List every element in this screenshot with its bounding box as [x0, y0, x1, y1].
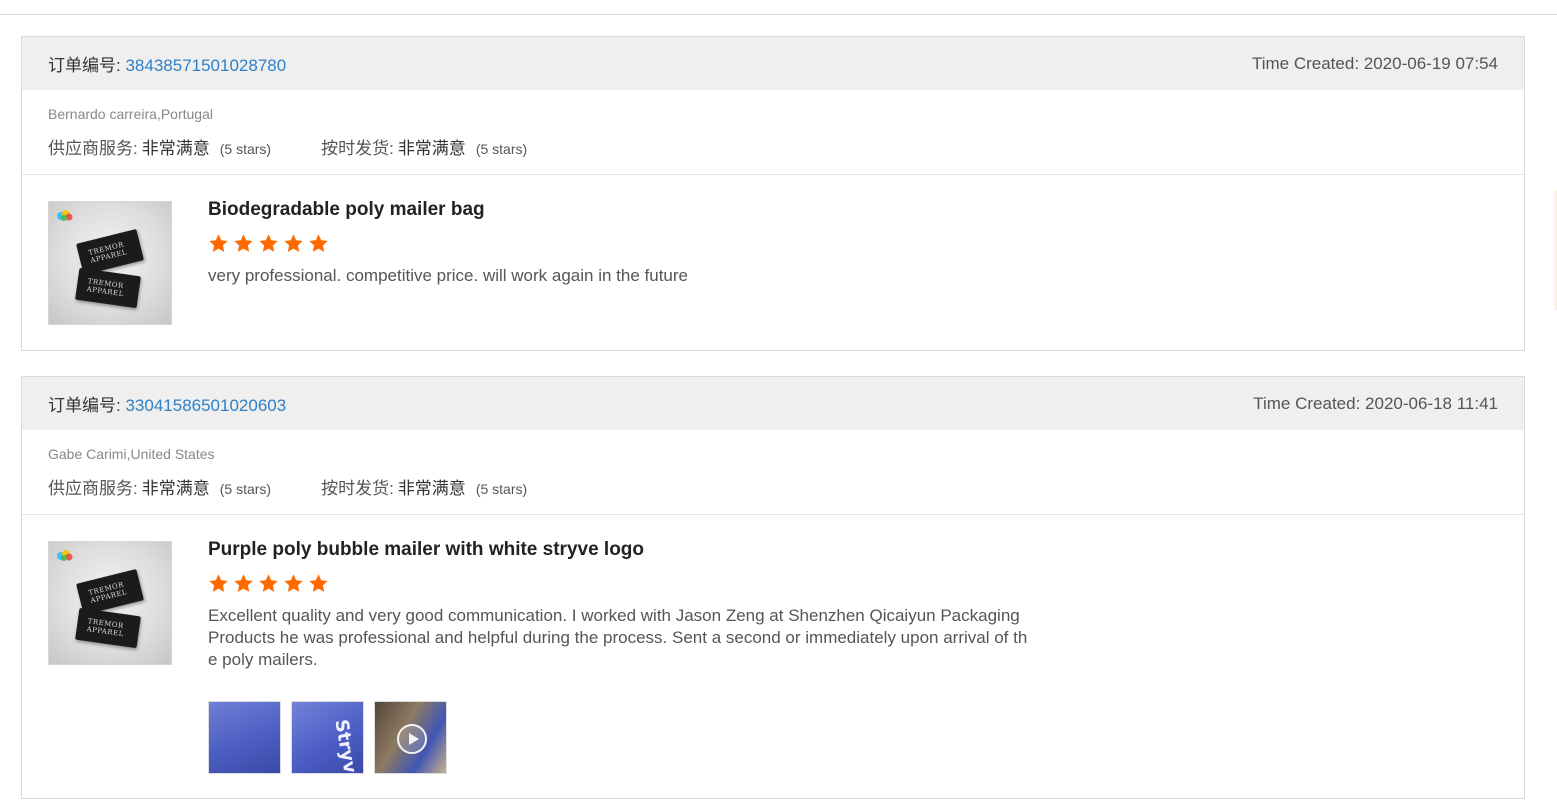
- star-icon: [234, 574, 253, 592]
- stryve-logo-text: Stryve: [330, 717, 363, 774]
- order-number-link[interactable]: 38438571501028780: [125, 56, 286, 75]
- mailer-bag-image: TREMOR APPAREL: [75, 267, 141, 309]
- order-id: 订单编号: 38438571501028780: [48, 51, 286, 76]
- supplier-service-value: 非常满意: [141, 139, 210, 158]
- supplier-service-rating: 供应商服务: 非常满意 (5 stars): [48, 474, 271, 499]
- star-icon: [259, 574, 278, 592]
- supplier-service-stars: (5 stars): [219, 141, 272, 157]
- order-header: 订单编号: 38438571501028780 Time Created: 20…: [22, 37, 1524, 90]
- attachment-photo-thumbnail[interactable]: [208, 701, 281, 774]
- star-icon: [234, 234, 253, 252]
- product-title[interactable]: Purple poly bubble mailer with white str…: [208, 539, 1028, 561]
- star-rating: [208, 233, 1028, 257]
- on-time-label: 按时发货:: [321, 139, 394, 158]
- review-content: Purple poly bubble mailer with white str…: [208, 539, 1028, 671]
- buyer-name: Gabe Carimi,United States: [48, 446, 215, 462]
- on-time-delivery-rating: 按时发货: 非常满意 (5 stars): [321, 134, 527, 159]
- supplier-ratings: 供应商服务: 非常满意 (5 stars) 按时发货: 非常满意 (5 star…: [48, 134, 1498, 159]
- time-created: Time Created: 2020-06-18 11:41: [1253, 393, 1498, 413]
- on-time-stars: (5 stars): [475, 141, 528, 157]
- review-card: 订单编号: 38438571501028780 Time Created: 20…: [21, 36, 1525, 351]
- order-id: 订单编号: 33041586501020603: [48, 391, 286, 416]
- time-created: Time Created: 2020-06-19 07:54: [1251, 53, 1498, 73]
- mailer-bag-image: TREMOR APPAREL: [75, 607, 141, 649]
- on-time-label: 按时发货:: [321, 479, 394, 498]
- star-rating: [208, 573, 1028, 597]
- on-time-stars: (5 stars): [475, 481, 528, 497]
- mailer-print: TREMOR APPAREL: [87, 580, 128, 605]
- on-time-value: 非常满意: [397, 139, 466, 158]
- attachment-video-thumbnail[interactable]: [374, 701, 447, 774]
- order-label: 订单编号:: [48, 396, 121, 415]
- supplier-service-stars: (5 stars): [219, 481, 272, 497]
- buyer-info: Bernardo carreira,Portugal 供应商服务: 非常满意 (…: [22, 90, 1524, 175]
- on-time-value: 非常满意: [397, 479, 466, 498]
- review-attachments: Stryve: [208, 701, 457, 774]
- buyer-info: Gabe Carimi,United States 供应商服务: 非常满意 (5…: [22, 430, 1524, 515]
- buyer-name: Bernardo carreira,Portugal: [48, 106, 213, 122]
- right-edge-accent: [1553, 190, 1557, 310]
- supplier-service-value: 非常满意: [141, 479, 210, 498]
- review-card: 订单编号: 33041586501020603 Time Created: 20…: [21, 376, 1525, 799]
- product-thumbnail[interactable]: TREMOR APPAREL TREMOR APPAREL: [48, 541, 172, 665]
- brand-logo-icon: [57, 550, 73, 561]
- star-icon: [284, 574, 303, 592]
- star-icon: [309, 234, 328, 252]
- product-title[interactable]: Biodegradable poly mailer bag: [208, 199, 1028, 221]
- supplier-service-label: 供应商服务:: [48, 479, 138, 498]
- mailer-print: TREMOR APPAREL: [86, 277, 125, 299]
- supplier-ratings: 供应商服务: 非常满意 (5 stars) 按时发货: 非常满意 (5 star…: [48, 474, 1498, 499]
- mailer-print: TREMOR APPAREL: [87, 240, 128, 265]
- order-number-link[interactable]: 33041586501020603: [125, 396, 286, 415]
- order-header: 订单编号: 33041586501020603 Time Created: 20…: [22, 377, 1524, 430]
- review-content: Biodegradable poly mailer bag very profe…: [208, 199, 1028, 287]
- top-divider: [0, 14, 1557, 15]
- supplier-service-rating: 供应商服务: 非常满意 (5 stars): [48, 134, 271, 159]
- supplier-service-label: 供应商服务:: [48, 139, 138, 158]
- review-text: Excellent quality and very good communic…: [208, 606, 1028, 669]
- star-icon: [259, 234, 278, 252]
- star-icon: [309, 574, 328, 592]
- brand-logo-icon: [57, 210, 73, 221]
- star-icon: [209, 234, 228, 252]
- mailer-print: TREMOR APPAREL: [86, 617, 125, 639]
- star-icon: [209, 574, 228, 592]
- play-icon[interactable]: [396, 723, 428, 755]
- attachment-photo-thumbnail[interactable]: Stryve: [291, 701, 364, 774]
- on-time-delivery-rating: 按时发货: 非常满意 (5 stars): [321, 474, 527, 499]
- product-thumbnail[interactable]: TREMOR APPAREL TREMOR APPAREL: [48, 201, 172, 325]
- review-text: very professional. competitive price. wi…: [208, 266, 688, 285]
- order-label: 订单编号:: [48, 56, 121, 75]
- star-icon: [284, 234, 303, 252]
